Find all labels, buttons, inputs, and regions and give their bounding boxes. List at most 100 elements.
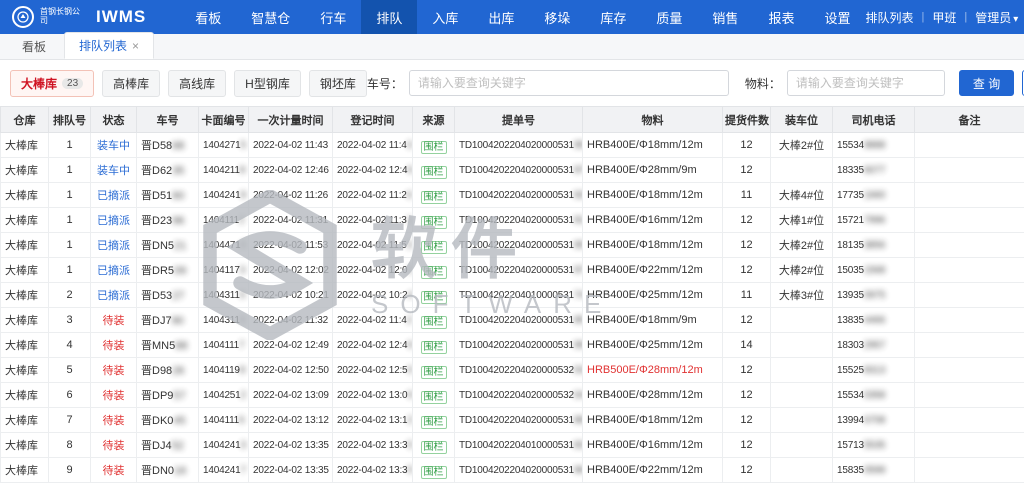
nav-item-kanban[interactable]: 看板 — [180, 0, 236, 34]
cell-material: HRB400E/Φ16mm/12m — [583, 433, 723, 458]
status-badge: 已摘派 — [97, 215, 130, 227]
cell-status: 已摘派 — [91, 258, 137, 283]
cell-material: HRB400E/Φ18mm/12m — [583, 233, 723, 258]
cell-material: HRB400E/Φ18mm/12m — [583, 408, 723, 433]
cell-warehouse: 大棒库 — [1, 258, 49, 283]
cell-qty: 12 — [723, 383, 771, 408]
redacted-text: 4 — [407, 290, 412, 301]
cell-dock — [771, 383, 833, 408]
cell-status: 待装 — [91, 458, 137, 483]
tab-gaobang-warehouse[interactable]: 高棒库 — [102, 70, 160, 97]
truck-no-input[interactable] — [409, 70, 729, 96]
tab-dabang-warehouse[interactable]: 大棒库 23 — [10, 70, 94, 97]
redacted-text: 90 — [172, 315, 184, 327]
cell-truck-no: 晋D5160 — [137, 183, 199, 208]
cell-warehouse: 大棒库 — [1, 283, 49, 308]
cell-driver-phone: 138354466 — [833, 308, 915, 333]
source-tag: 围栏 — [421, 441, 447, 454]
cell-status: 待装 — [91, 333, 137, 358]
cell-queue-no: 1 — [49, 133, 91, 158]
tab-kanban[interactable]: 看板 — [8, 34, 60, 59]
nav-item-stack-move[interactable]: 移垛 — [529, 0, 585, 34]
nav-item-inventory[interactable]: 库存 — [585, 0, 641, 34]
redacted-text: 97 — [574, 265, 583, 276]
open-tabs-bar: 看板 排队列表 × — [0, 34, 1024, 60]
table-row[interactable]: 大棒库 1 已摘派 晋DR509 14041173 2022-04-02 12:… — [1, 258, 1024, 283]
nav-item-quality[interactable]: 质量 — [641, 0, 697, 34]
nav-item-inbound[interactable]: 入库 — [417, 0, 473, 34]
cell-warehouse: 大棒库 — [1, 208, 49, 233]
material-text: HRB400E/Φ18mm/9m — [587, 314, 697, 326]
cell-status: 待装 — [91, 383, 137, 408]
cell-truck-no: 晋DN521 — [137, 233, 199, 258]
cell-remark — [915, 433, 1024, 458]
cell-queue-no: 3 — [49, 308, 91, 333]
table-row[interactable]: 大棒库 5 待装 晋D9826 14041198 2022-04-02 12:5… — [1, 358, 1024, 383]
tab-h-steel-warehouse[interactable]: H型钢库 — [234, 70, 301, 97]
table-row[interactable]: 大棒库 6 待装 晋DP957 14042512 2022-04-02 13:0… — [1, 383, 1024, 408]
cell-dock — [771, 458, 833, 483]
cell-remark — [915, 308, 1024, 333]
redacted-text: 9 — [240, 315, 245, 326]
cell-card-no: 14044716 — [199, 233, 249, 258]
redacted-text: 9 — [241, 190, 246, 201]
topbar-link-shift[interactable]: 甲班 — [932, 9, 956, 26]
cell-register-time: 2022-04-02 11:53 — [333, 233, 413, 258]
cell-material: HRB400E/Φ25mm/12m — [583, 333, 723, 358]
material-input[interactable] — [787, 70, 945, 96]
redacted-text: 0975 — [864, 290, 885, 301]
filter-row: 大棒库 23 高棒库 高线库 H型钢库 钢坯库 车号： 物料： 查 询 刷 新 — [0, 60, 1024, 106]
table-row[interactable]: 大棒库 8 待装 晋DJ452 14042413 2022-04-02 13:3… — [1, 433, 1024, 458]
source-tag: 围栏 — [421, 316, 447, 329]
cell-card-no: 14042413 — [199, 433, 249, 458]
cell-status: 已摘派 — [91, 208, 137, 233]
nav-item-reports[interactable]: 报表 — [753, 0, 809, 34]
close-icon[interactable]: × — [132, 40, 139, 52]
nav-item-outbound[interactable]: 出库 — [473, 0, 529, 34]
topbar-right: 排队列表 | 甲班 | 管理员▾ — [865, 9, 1018, 26]
table-row[interactable]: 大棒库 4 待装 晋MN588 14041117 2022-04-02 12:4… — [1, 333, 1024, 358]
redacted-text: 1568 — [864, 265, 885, 276]
table-row[interactable]: 大棒库 7 待装 晋DK045 14041116 2022-04-02 13:1… — [1, 408, 1024, 433]
source-tag: 围栏 — [421, 416, 447, 429]
table-row[interactable]: 大棒库 1 已摘派 晋D2396 14041112 2022-04-02 11:… — [1, 208, 1024, 233]
table-row[interactable]: 大棒库 9 待装 晋DN016 14042417 2022-04-02 13:3… — [1, 458, 1024, 483]
user-menu[interactable]: 管理员▾ — [975, 9, 1018, 26]
table-row[interactable]: 大棒库 1 装车中 晋D6235 14042118 2022-04-02 12:… — [1, 158, 1024, 183]
nav-item-sales[interactable]: 销售 — [697, 0, 753, 34]
source-tag: 围栏 — [421, 241, 447, 254]
cell-queue-no: 1 — [49, 233, 91, 258]
cell-register-time: 2022-04-02 12:50 — [333, 358, 413, 383]
header-weigh-time: 一次计量时间 — [249, 107, 333, 133]
table-row[interactable]: 大棒库 1 装车中 晋D5868 14042715 2022-04-02 11:… — [1, 133, 1024, 158]
nav-item-settings[interactable]: 设置 — [809, 0, 865, 34]
cell-bill-no: TD100420220402000053196 — [455, 458, 583, 483]
table-row[interactable]: 大棒库 1 已摘派 晋DN521 14044716 2022-04-02 11:… — [1, 233, 1024, 258]
source-tag: 围栏 — [421, 141, 447, 154]
count-badge: 23 — [62, 78, 83, 89]
table-row[interactable]: 大棒库 1 已摘派 晋D5160 14042419 2022-04-02 11:… — [1, 183, 1024, 208]
source-tag: 围栏 — [421, 391, 447, 404]
cell-bill-no: TD100420220402000053195 — [455, 133, 583, 158]
nav-item-crane[interactable]: 行车 — [305, 0, 361, 34]
cell-dock — [771, 408, 833, 433]
tab-billet-warehouse[interactable]: 钢坯库 — [309, 70, 367, 97]
topbar-link-queue-list[interactable]: 排队列表 — [865, 9, 913, 26]
cell-dock — [771, 358, 833, 383]
cell-queue-no: 2 — [49, 283, 91, 308]
tab-queue-list[interactable]: 排队列表 × — [64, 32, 154, 59]
cell-source: 围栏 — [413, 333, 455, 358]
nav-item-queue[interactable]: 排队 — [361, 0, 417, 34]
query-button[interactable]: 查 询 — [959, 70, 1014, 96]
table-row[interactable]: 大棒库 3 待装 晋DJ790 14043119 2022-04-02 11:3… — [1, 308, 1024, 333]
cell-register-time: 2022-04-02 12:49 — [333, 333, 413, 358]
cell-qty: 12 — [723, 308, 771, 333]
tab-gaoxian-warehouse[interactable]: 高线库 — [168, 70, 226, 97]
cell-qty: 12 — [723, 233, 771, 258]
cell-warehouse: 大棒库 — [1, 433, 49, 458]
nav-item-smart-warehouse[interactable]: 智慧仓 — [236, 0, 305, 34]
cell-dock: 大棒1#位 — [771, 208, 833, 233]
redacted-text: 3856 — [864, 240, 885, 251]
cell-register-time: 2022-04-02 12:02 — [333, 258, 413, 283]
table-row[interactable]: 大棒库 2 已摘派 晋D5327 14043115 2022-04-02 10:… — [1, 283, 1024, 308]
